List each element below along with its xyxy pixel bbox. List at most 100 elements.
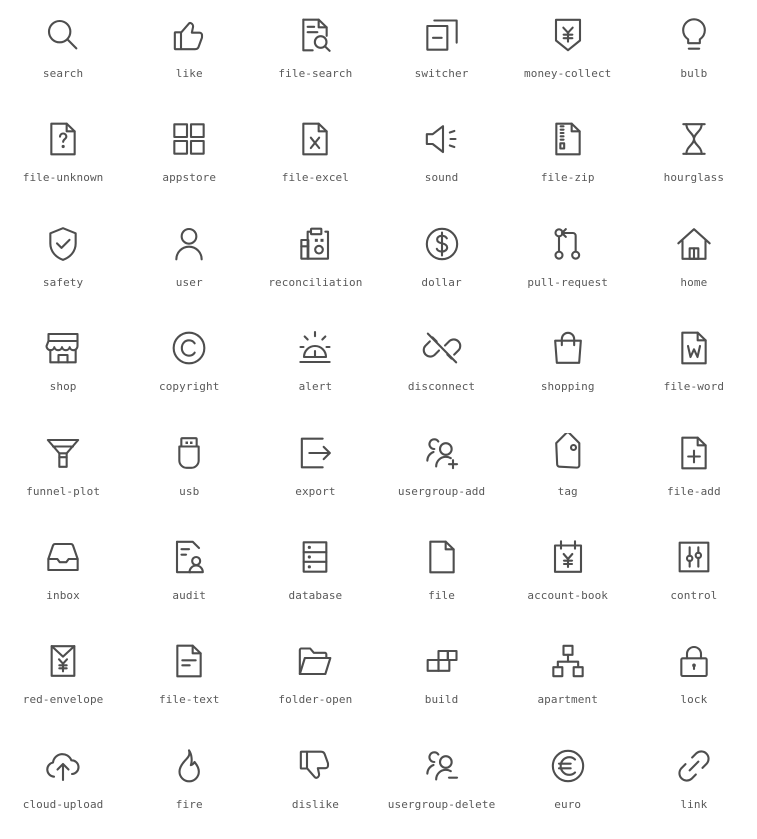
- icon-cell-fire[interactable]: fire: [126, 735, 252, 839]
- icon-cell-alert[interactable]: alert: [252, 317, 378, 421]
- icon-cell-file-add[interactable]: file-add: [631, 422, 757, 526]
- icon-cell-file-word[interactable]: file-word: [631, 317, 757, 421]
- icon-cell-appstore[interactable]: appstore: [126, 108, 252, 212]
- icon-cell-money-collect[interactable]: money-collect: [505, 4, 631, 108]
- icon-cell-safety[interactable]: safety: [0, 213, 126, 317]
- apartment-icon[interactable]: [546, 639, 590, 683]
- icon-cell-file-excel[interactable]: file-excel: [252, 108, 378, 212]
- icon-cell-usergroup-add[interactable]: usergroup-add: [378, 422, 504, 526]
- icon-cell-usergroup-delete[interactable]: usergroup-delete: [378, 735, 504, 839]
- home-icon[interactable]: [672, 222, 716, 266]
- icon-cell-cloud-upload[interactable]: cloud-upload: [0, 735, 126, 839]
- inbox-icon[interactable]: [41, 535, 85, 579]
- file-icon[interactable]: [420, 535, 464, 579]
- usb-icon[interactable]: [167, 431, 211, 475]
- pull-request-icon[interactable]: [546, 222, 590, 266]
- icon-cell-file[interactable]: file: [378, 526, 504, 630]
- icon-cell-user[interactable]: user: [126, 213, 252, 317]
- folder-open-icon[interactable]: [293, 639, 337, 683]
- icon-cell-file-search[interactable]: file-search: [252, 4, 378, 108]
- icon-cell-account-book[interactable]: account-book: [505, 526, 631, 630]
- icon-cell-database[interactable]: database: [252, 526, 378, 630]
- icon-cell-sound[interactable]: sound: [378, 108, 504, 212]
- file-excel-icon[interactable]: [293, 117, 337, 161]
- icon-cell-shopping[interactable]: shopping: [505, 317, 631, 421]
- account-book-icon[interactable]: [546, 535, 590, 579]
- dislike-icon[interactable]: [293, 744, 337, 788]
- sound-icon[interactable]: [420, 117, 464, 161]
- icon-cell-build[interactable]: build: [378, 630, 504, 734]
- funnel-plot-icon[interactable]: [41, 431, 85, 475]
- file-unknown-icon[interactable]: [41, 117, 85, 161]
- file-add-icon[interactable]: [672, 431, 716, 475]
- cloud-upload-icon[interactable]: [41, 744, 85, 788]
- lock-icon[interactable]: [672, 639, 716, 683]
- copyright-icon[interactable]: [167, 326, 211, 370]
- reconciliation-icon[interactable]: [293, 222, 337, 266]
- shopping-icon[interactable]: [546, 326, 590, 370]
- icon-cell-dislike[interactable]: dislike: [252, 735, 378, 839]
- icon-cell-copyright[interactable]: copyright: [126, 317, 252, 421]
- alert-icon[interactable]: [293, 326, 337, 370]
- icon-cell-usb[interactable]: usb: [126, 422, 252, 526]
- usergroup-delete-icon[interactable]: [420, 744, 464, 788]
- file-search-icon[interactable]: [293, 13, 337, 57]
- export-icon[interactable]: [293, 431, 337, 475]
- icon-label: account-book: [527, 588, 609, 602]
- icon-label: search: [42, 67, 84, 80]
- search-icon[interactable]: [41, 13, 85, 57]
- safety-icon[interactable]: [41, 222, 85, 266]
- bulb-icon[interactable]: [672, 13, 716, 57]
- icon-cell-link[interactable]: link: [631, 735, 757, 839]
- icon-cell-disconnect[interactable]: disconnect: [378, 317, 504, 421]
- dollar-icon[interactable]: [420, 222, 464, 266]
- icon-cell-hourglass[interactable]: hourglass: [631, 108, 757, 212]
- icon-label: alert: [298, 380, 333, 394]
- icon-cell-euro[interactable]: euro: [505, 735, 631, 839]
- icon-cell-bulb[interactable]: bulb: [631, 4, 757, 108]
- file-text-icon[interactable]: [167, 639, 211, 683]
- icon-cell-control[interactable]: control: [631, 526, 757, 630]
- icon-cell-shop[interactable]: shop: [0, 317, 126, 421]
- icon-cell-red-envelope[interactable]: red-envelope: [0, 630, 126, 734]
- icon-cell-folder-open[interactable]: folder-open: [252, 630, 378, 734]
- database-icon[interactable]: [293, 535, 337, 579]
- icon-cell-file-zip[interactable]: file-zip: [505, 108, 631, 212]
- icon-cell-export[interactable]: export: [252, 422, 378, 526]
- fire-icon[interactable]: [167, 744, 211, 788]
- icon-cell-dollar[interactable]: dollar: [378, 213, 504, 317]
- money-collect-icon[interactable]: [546, 13, 590, 57]
- icon-cell-home[interactable]: home: [631, 213, 757, 317]
- file-word-icon[interactable]: [672, 326, 716, 370]
- hourglass-icon[interactable]: [672, 117, 716, 161]
- like-icon[interactable]: [167, 13, 211, 57]
- icon-cell-lock[interactable]: lock: [631, 630, 757, 734]
- tag-icon[interactable]: [546, 431, 590, 475]
- icon-cell-switcher[interactable]: switcher: [378, 4, 504, 108]
- icon-cell-audit[interactable]: audit: [126, 526, 252, 630]
- link-icon[interactable]: [672, 744, 716, 788]
- red-envelope-icon[interactable]: [41, 639, 85, 683]
- icon-cell-like[interactable]: like: [126, 4, 252, 108]
- audit-icon[interactable]: [167, 535, 211, 579]
- build-icon[interactable]: [420, 639, 464, 683]
- euro-icon[interactable]: [546, 744, 590, 788]
- icon-cell-apartment[interactable]: apartment: [505, 630, 631, 734]
- usergroup-add-icon[interactable]: [420, 431, 464, 475]
- file-zip-icon[interactable]: [546, 117, 590, 161]
- icon-cell-file-text[interactable]: file-text: [126, 630, 252, 734]
- appstore-icon[interactable]: [167, 117, 211, 161]
- disconnect-icon[interactable]: [420, 326, 464, 370]
- shop-icon[interactable]: [41, 326, 85, 370]
- icon-cell-funnel-plot[interactable]: funnel-plot: [0, 422, 126, 526]
- control-icon[interactable]: [672, 535, 716, 579]
- icon-cell-tag[interactable]: tag: [505, 422, 631, 526]
- icon-cell-reconciliation[interactable]: reconciliation: [252, 213, 378, 317]
- icon-cell-inbox[interactable]: inbox: [0, 526, 126, 630]
- user-icon[interactable]: [167, 222, 211, 266]
- icon-cell-file-unknown[interactable]: file-unknown: [0, 108, 126, 212]
- icon-cell-pull-request[interactable]: pull-request: [505, 213, 631, 317]
- switcher-icon[interactable]: [420, 13, 464, 57]
- icon-label: lock: [680, 693, 708, 707]
- icon-cell-search[interactable]: search: [0, 4, 126, 108]
